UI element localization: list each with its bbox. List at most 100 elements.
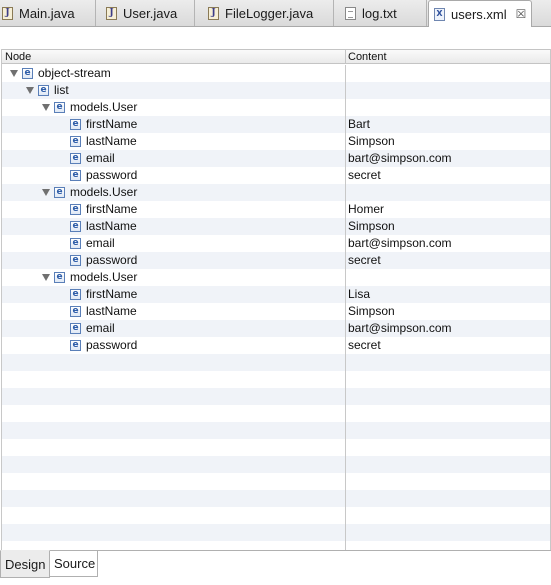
tree-node: e list (25, 82, 69, 99)
xml-element-icon: e (54, 102, 65, 113)
java-file-icon: J (208, 6, 219, 20)
tree-row[interactable]: e lastName Simpson (2, 218, 550, 235)
expand-triangle-icon[interactable] (41, 103, 51, 113)
node-name: firstName (86, 202, 138, 216)
xml-element-icon: e (70, 153, 81, 164)
empty-row (2, 439, 550, 456)
column-header-node[interactable]: Node (5, 51, 31, 63)
tree-node: e models.User (41, 184, 137, 201)
node-content[interactable]: Lisa (348, 286, 370, 303)
column-divider[interactable] (345, 50, 346, 63)
empty-row (2, 405, 550, 422)
tree-row[interactable]: e email bart@simpson.com (2, 150, 550, 167)
tree-node: e firstName (57, 116, 137, 133)
node-name: password (86, 253, 138, 267)
node-name: email (86, 236, 115, 250)
close-tab-icon[interactable]: ☒ (516, 8, 527, 20)
tree-row[interactable]: e object-stream (2, 65, 550, 82)
empty-row (2, 388, 550, 405)
expand-triangle-icon[interactable] (41, 273, 51, 283)
node-content[interactable]: Simpson (348, 218, 395, 235)
tab-users-xml[interactable]: X users.xml ☒ (428, 0, 532, 27)
tree-row[interactable]: e models.User (2, 269, 550, 286)
node-name: object-stream (38, 66, 111, 80)
editor-page-tabs: Design Source (0, 550, 551, 585)
node-content[interactable]: bart@simpson.com (348, 235, 452, 252)
node-content[interactable]: Simpson (348, 303, 395, 320)
xml-element-icon: e (54, 187, 65, 198)
tree-row[interactable]: e password secret (2, 337, 550, 354)
xml-element-icon: e (70, 204, 81, 215)
tab-log-txt[interactable]: log.txt (343, 0, 427, 26)
tree-row[interactable]: e lastName Simpson (2, 133, 550, 150)
tree-node: e firstName (57, 286, 137, 303)
tree-node: e password (57, 167, 137, 184)
tab-label: User.java (123, 5, 178, 21)
xml-element-icon: e (70, 340, 81, 351)
java-file-icon: J (2, 6, 13, 20)
node-name: models.User (70, 185, 138, 199)
tree-node: e password (57, 252, 137, 269)
node-content[interactable]: secret (348, 167, 381, 184)
tree-row[interactable]: e password secret (2, 167, 550, 184)
xml-element-icon: e (70, 289, 81, 300)
tree-row[interactable]: e list (2, 82, 550, 99)
column-header-content[interactable]: Content (348, 51, 387, 63)
tree-row[interactable]: e firstName Lisa (2, 286, 550, 303)
empty-row (2, 371, 550, 388)
tab-user-java[interactable]: J User.java (104, 0, 195, 26)
empty-row (2, 456, 550, 473)
xml-element-icon: e (70, 255, 81, 266)
tab-label: log.txt (362, 5, 397, 21)
tab-source-label: Source (54, 556, 96, 571)
node-content[interactable]: Bart (348, 116, 370, 133)
xml-element-icon: e (70, 221, 81, 232)
node-content[interactable]: bart@simpson.com (348, 320, 452, 337)
xml-element-icon: e (70, 119, 81, 130)
node-content[interactable]: secret (348, 337, 381, 354)
node-content[interactable]: bart@simpson.com (348, 150, 452, 167)
tab-label: Main.java (19, 5, 75, 21)
tab-design-label: Design (5, 556, 46, 572)
expand-triangle-icon[interactable] (41, 188, 51, 198)
xml-element-icon: e (22, 68, 33, 79)
tab-filelogger-java[interactable]: J FileLogger.java (206, 0, 334, 26)
xml-element-icon: e (70, 170, 81, 181)
tree-row[interactable]: e email bart@simpson.com (2, 235, 550, 252)
node-name: password (86, 338, 138, 352)
table-header: Node Content (2, 49, 550, 64)
node-name: email (86, 151, 115, 165)
tree-node: e lastName (57, 303, 137, 320)
tab-label: users.xml (451, 6, 507, 22)
expand-triangle-icon[interactable] (9, 69, 19, 79)
tree-row[interactable]: e lastName Simpson (2, 303, 550, 320)
node-name: lastName (86, 219, 137, 233)
empty-row (2, 473, 550, 490)
tree-row[interactable]: e password secret (2, 252, 550, 269)
node-name: lastName (86, 134, 137, 148)
xml-element-icon: e (70, 323, 81, 334)
node-name: password (86, 168, 138, 182)
tab-label: FileLogger.java (225, 5, 314, 21)
node-name: models.User (70, 270, 138, 284)
tree-row[interactable]: e firstName Homer (2, 201, 550, 218)
expand-triangle-icon[interactable] (25, 86, 35, 96)
node-content[interactable]: Homer (348, 201, 384, 218)
tree-row[interactable]: e firstName Bart (2, 116, 550, 133)
tree-row[interactable]: e models.User (2, 184, 550, 201)
tree-node: e firstName (57, 201, 137, 218)
tree-node: e models.User (41, 99, 137, 116)
xml-element-icon: e (70, 238, 81, 249)
xml-element-icon: e (38, 85, 49, 96)
node-content[interactable]: Simpson (348, 133, 395, 150)
tree-row[interactable]: e models.User (2, 99, 550, 116)
tab-main-java[interactable]: J Main.java (0, 0, 96, 26)
tab-design[interactable]: Design (0, 550, 50, 578)
node-content[interactable]: secret (348, 252, 381, 269)
empty-row (2, 524, 550, 541)
empty-row (2, 507, 550, 524)
tree-row[interactable]: e email bart@simpson.com (2, 320, 550, 337)
tab-source[interactable]: Source (50, 551, 98, 577)
tree-node: e email (57, 320, 115, 337)
tree-rows: e object-stream e list e models.User e firstNam… (2, 65, 550, 541)
